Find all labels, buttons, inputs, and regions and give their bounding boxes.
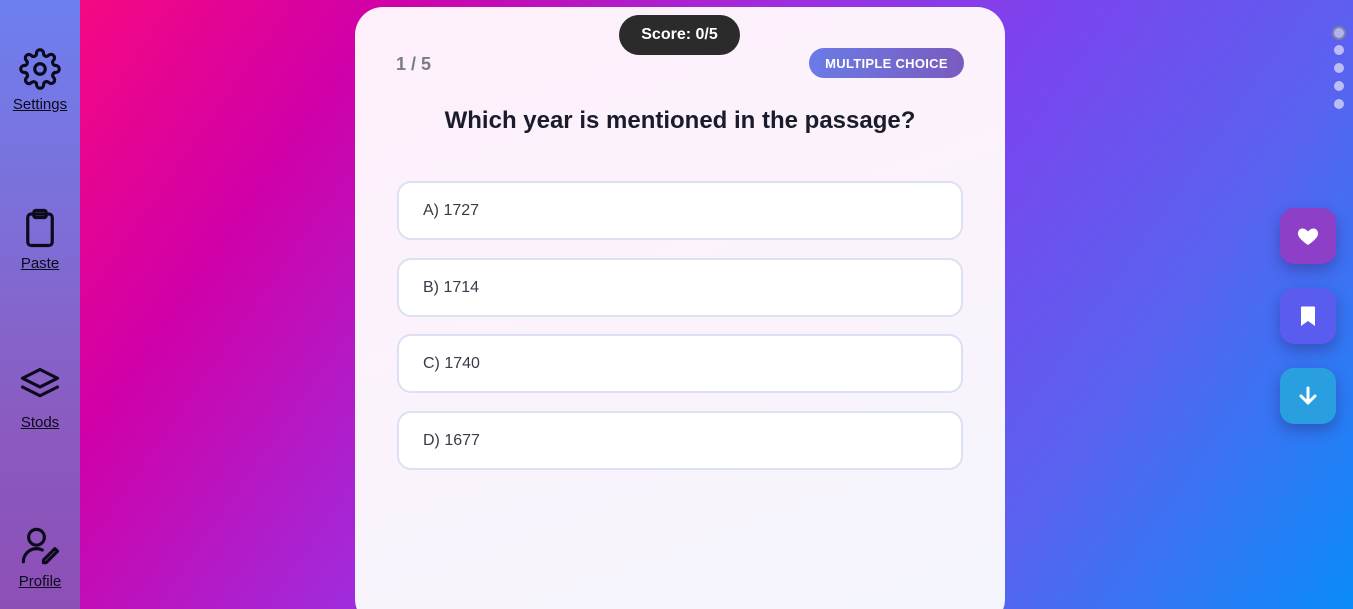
sidebar-item-settings[interactable]: Settings <box>0 48 80 113</box>
pager-dot[interactable] <box>1334 81 1344 91</box>
heart-icon <box>1296 224 1320 248</box>
question-progress: 1 / 5 <box>396 54 432 74</box>
sidebar: Settings Paste Stods Profile <box>0 0 80 609</box>
sidebar-item-paste[interactable]: Paste <box>0 207 80 272</box>
sidebar-item-label: Stods <box>20 414 60 431</box>
bookmark-icon <box>1296 304 1320 328</box>
bookmark-button[interactable] <box>1280 288 1336 344</box>
download-button[interactable] <box>1280 368 1336 424</box>
user-edit-icon <box>19 525 61 567</box>
answer-option-d[interactable]: D) 1677 <box>397 411 963 470</box>
sidebar-item-label: Paste <box>20 255 60 272</box>
arrow-down-icon <box>1296 384 1320 408</box>
sidebar-item-label: Settings <box>12 96 68 113</box>
pager-dot[interactable] <box>1334 45 1344 55</box>
like-button[interactable] <box>1280 208 1336 264</box>
sidebar-item-label: Profile <box>18 573 62 590</box>
pager-dot[interactable] <box>1334 99 1344 109</box>
question-type-badge: MULTIPLE CHOICE <box>809 48 964 78</box>
sidebar-item-stods[interactable]: Stods <box>0 366 80 431</box>
answer-option-b[interactable]: B) 1714 <box>397 258 963 317</box>
question-text: Which year is mentioned in the passage? <box>444 107 916 134</box>
quiz-card: Score: 0/5 1 / 5 MULTIPLE CHOICE Which y… <box>355 7 1005 609</box>
gear-icon <box>19 48 61 90</box>
score-badge: Score: 0/5 <box>619 15 740 55</box>
pager-dot[interactable] <box>1332 26 1346 40</box>
layers-icon <box>19 366 61 408</box>
answer-option-a[interactable]: A) 1727 <box>397 181 963 240</box>
clipboard-icon <box>19 207 61 249</box>
pager-dot[interactable] <box>1334 63 1344 73</box>
sidebar-item-profile[interactable]: Profile <box>0 525 80 590</box>
answer-option-c[interactable]: C) 1740 <box>397 334 963 393</box>
